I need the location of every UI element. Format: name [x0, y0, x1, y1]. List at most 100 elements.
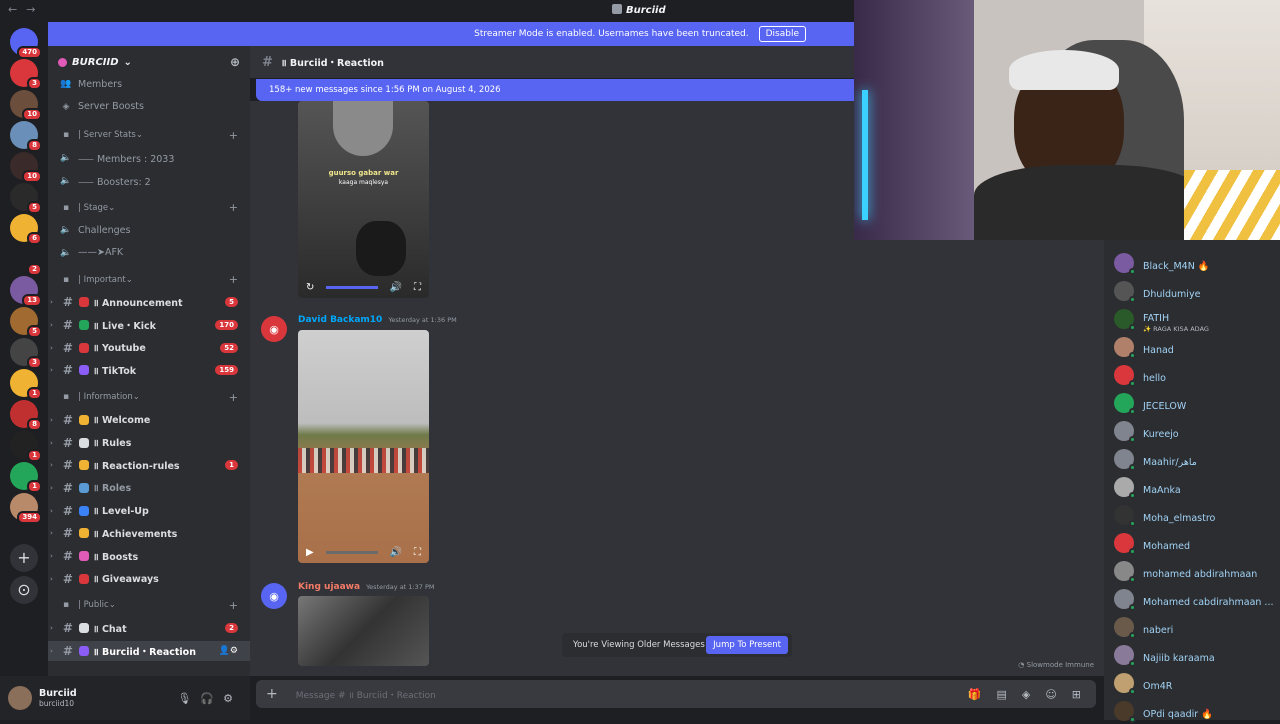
member-item[interactable]: mohamed abdirahmaan [1114, 558, 1280, 584]
server-icon[interactable]: 13 [10, 276, 42, 307]
avatar[interactable] [8, 686, 32, 710]
voice-channel[interactable]: 🔈 Challenges [48, 220, 250, 240]
server-icon[interactable]: 10 [10, 90, 42, 121]
member-item[interactable]: Black_M4N 🔥 [1114, 250, 1280, 276]
server-icon[interactable]: 3 [10, 338, 42, 369]
member-item[interactable]: Kureejo [1114, 418, 1280, 444]
fullscreen-icon[interactable]: ⛶ [414, 282, 421, 293]
add-channel-icon[interactable]: + [229, 391, 238, 404]
server-icon[interactable]: 394 [10, 493, 42, 524]
channel-settings-icon[interactable]: 👤⚙ [219, 646, 238, 656]
member-item[interactable]: Moha_elmastro [1114, 502, 1280, 528]
text-channel[interactable]: › # ॥ Level-Up [48, 501, 250, 521]
text-channel[interactable]: › # ॥ Welcome [48, 410, 250, 430]
message-composer[interactable]: + Message # ॥ Burciid・Reaction 🎁▤◈☺⊞ [256, 680, 1096, 708]
text-channel[interactable]: › # ॥ Announcement 5 [48, 292, 250, 312]
member-item[interactable]: Mohamed cabdirahmaan ... [1114, 586, 1280, 612]
add-channel-icon[interactable]: + [229, 129, 238, 142]
text-channel[interactable]: › # ॥ Reaction-rules 1 [48, 455, 250, 475]
message-author[interactable]: David Backam10 Yesterday at 1:36 PM [298, 315, 457, 325]
member-item[interactable]: hello [1114, 362, 1280, 388]
speaker-icon: 🔈 [60, 225, 72, 236]
nav-arrows[interactable]: ←→ [8, 3, 44, 16]
sidebar-item[interactable]: 👥 Members [48, 74, 250, 94]
member-item[interactable]: Mohamed [1114, 530, 1280, 556]
avatar [1114, 337, 1136, 359]
text-channel[interactable]: › # ॥ Live・Kick 170 [48, 315, 250, 335]
add-channel-icon[interactable]: + [229, 201, 238, 214]
text-channel[interactable]: › # ॥ Chat 2 [48, 618, 250, 638]
server-icon[interactable]: 2 [10, 245, 42, 276]
voice-channel[interactable]: 🔈 ——➤AFK [48, 243, 250, 263]
server-icon[interactable]: 6 [10, 214, 42, 245]
server-icon[interactable]: 470 [10, 28, 42, 59]
member-item[interactable]: Om4R [1114, 670, 1280, 696]
image-embed[interactable] [298, 596, 429, 666]
server-icon[interactable]: 1 [10, 431, 42, 462]
user-controls[interactable]: 🎙🎧⚙ [177, 692, 242, 705]
text-channel[interactable]: › # ॥ Rules [48, 433, 250, 453]
member-item[interactable]: FATIH ✨ RAGA KISA ADAG [1114, 306, 1280, 333]
discover-icon[interactable]: ⊙ [10, 576, 38, 604]
progress-bar[interactable] [326, 285, 378, 289]
text-channel[interactable]: › # ॥ Achievements [48, 523, 250, 543]
category-header[interactable]: ▪ | Public ⌄ + [48, 595, 250, 615]
composer-toolbar[interactable]: 🎁▤◈☺⊞ [968, 688, 1096, 701]
avatar [1114, 505, 1136, 527]
server-icon[interactable]: 1 [10, 369, 42, 400]
author-avatar[interactable]: ◉ [261, 583, 287, 609]
server-icon[interactable]: 3 [10, 59, 42, 90]
status-icon [1129, 632, 1136, 639]
channel-label: ॥ Burciid・Reaction [92, 646, 196, 658]
text-channel[interactable]: › # ॥ Roles [48, 478, 250, 498]
add-channel-icon[interactable]: + [229, 599, 238, 612]
add-channel-icon[interactable]: + [229, 273, 238, 286]
guild-name: BURCIID [72, 56, 119, 68]
volume-icon[interactable]: 🔊 [390, 547, 402, 558]
author-avatar[interactable]: ◉ [261, 316, 287, 342]
voice-channel[interactable]: 🔈 ⸺ Boosters: 2 [48, 171, 250, 191]
member-item[interactable]: OPdi qaadir 🔥 [1114, 698, 1280, 724]
category-header[interactable]: ▪ | Stage ⌄ + [48, 198, 250, 218]
server-icon[interactable]: 1 [10, 462, 42, 493]
add-attachment-icon[interactable]: + [266, 686, 278, 702]
category-header[interactable]: ▪ | Information ⌄ + [48, 387, 250, 407]
text-channel[interactable]: › # ॥ TikTok 159 [48, 360, 250, 380]
category-header[interactable]: ▪ | Server Stats ⌄ + [48, 125, 250, 145]
server-icon[interactable]: 10 [10, 152, 42, 183]
progress-bar[interactable] [325, 550, 378, 554]
server-icon[interactable]: 5 [10, 183, 42, 214]
replay-icon[interactable]: ↻ [306, 282, 314, 293]
server-icon[interactable]: 5 [10, 307, 42, 338]
member-item[interactable]: Maahir/ماهر [1114, 446, 1280, 472]
text-channel[interactable]: › # ॥ Giveaways [48, 569, 250, 589]
server-icon[interactable]: 8 [10, 400, 42, 431]
sidebar-item[interactable]: ◈ Server Boosts [48, 97, 250, 117]
member-item[interactable]: Najiib karaama [1114, 642, 1280, 668]
member-item[interactable]: naberi [1114, 614, 1280, 640]
text-channel[interactable]: › # ॥ Boosts [48, 546, 250, 566]
text-channel[interactable]: › # ॥ Burciid・Reaction 👤⚙ [48, 640, 250, 661]
member-item[interactable]: Hanad [1114, 334, 1280, 360]
new-messages-bar[interactable]: 158+ new messages since 1:56 PM on Augus… [256, 79, 854, 101]
member-item[interactable]: MaAnka [1114, 474, 1280, 500]
disable-button[interactable]: Disable [758, 26, 806, 42]
member-name: JECELOW [1143, 400, 1187, 412]
voice-channel[interactable]: 🔈 ⸺ Members : 2033 [48, 148, 250, 168]
video-embed[interactable]: ▶ 🔊 ⛶ [298, 330, 429, 563]
speaker-icon: 🔈 [60, 153, 72, 164]
member-item[interactable]: Dhuldumiye [1114, 278, 1280, 304]
play-icon[interactable]: ▶ [306, 547, 314, 558]
avatar [1114, 365, 1136, 387]
add-server-button[interactable]: + [10, 544, 38, 572]
message-author[interactable]: King ujaawa Yesterday at 1:37 PM [298, 582, 435, 592]
fullscreen-icon[interactable]: ⛶ [414, 547, 421, 558]
member-item[interactable]: JECELOW [1114, 390, 1280, 416]
volume-icon[interactable]: 🔊 [390, 282, 402, 293]
jump-to-present-button[interactable]: Jump To Present [706, 636, 788, 654]
video-embed[interactable]: guurso gabar war kaaga maqlesya ↻ 🔊 ⛶ [298, 101, 429, 298]
server-icon[interactable]: 8 [10, 121, 42, 152]
category-header[interactable]: ▪ | Important ⌄ + [48, 270, 250, 290]
text-channel[interactable]: › # ॥ Youtube 52 [48, 338, 250, 358]
invite-icon[interactable]: ⊕ [230, 55, 240, 69]
